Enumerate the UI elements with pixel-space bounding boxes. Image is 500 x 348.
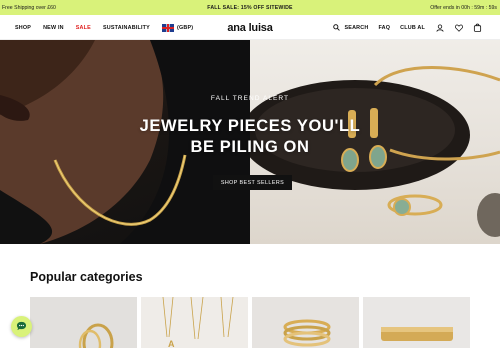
search-button[interactable]: SEARCH bbox=[332, 23, 368, 32]
category-tile-necklaces[interactable]: A bbox=[141, 297, 248, 348]
chat-icon bbox=[16, 318, 27, 336]
svg-text:A: A bbox=[168, 339, 175, 348]
hero-overlay: FALL TREND ALERT JEWELRY PIECES YOU'LL B… bbox=[0, 40, 500, 244]
hero-headline: JEWELRY PIECES YOU'LL BE PILING ON bbox=[0, 116, 500, 158]
sale-banner-text[interactable]: FALL SALE: 15% OFF SITEWIDE bbox=[0, 5, 500, 11]
logo-text: ana luisa bbox=[227, 21, 273, 34]
hero-banner[interactable]: FALL TREND ALERT JEWELRY PIECES YOU'LL B… bbox=[0, 40, 500, 244]
chat-button[interactable] bbox=[11, 316, 32, 337]
categories-title: Popular categories bbox=[30, 270, 143, 284]
countdown-text: Offer ends in 00h : 59m : 59s bbox=[430, 4, 497, 11]
announcement-bar: Free Shipping over £60 FALL SALE: 15% OF… bbox=[0, 0, 500, 15]
hero-eyebrow: FALL TREND ALERT bbox=[210, 95, 290, 102]
faq-link[interactable]: FAQ bbox=[378, 25, 390, 31]
search-label: SEARCH bbox=[344, 24, 369, 31]
nav-right: SEARCH FAQ CLUB AL bbox=[332, 15, 482, 40]
hero-headline-line2: BE PILING ON bbox=[190, 138, 310, 156]
club-link[interactable]: CLUB AL bbox=[400, 25, 425, 31]
search-icon bbox=[332, 23, 341, 32]
hero-headline-line1: JEWELRY PIECES YOU'LL bbox=[139, 117, 361, 135]
shop-best-sellers-button[interactable]: SHOP BEST SELLERS bbox=[213, 175, 292, 190]
category-tile-bracelets[interactable] bbox=[363, 297, 470, 348]
heart-icon[interactable] bbox=[454, 23, 463, 32]
category-tile-rings[interactable] bbox=[30, 297, 137, 348]
bag-icon[interactable] bbox=[473, 23, 482, 32]
main-nav: SHOP NEW IN SALE SUSTAINABILITY (GBP) an… bbox=[0, 15, 500, 40]
category-tile-stacking-rings[interactable] bbox=[252, 297, 359, 348]
user-icon[interactable] bbox=[435, 23, 444, 32]
